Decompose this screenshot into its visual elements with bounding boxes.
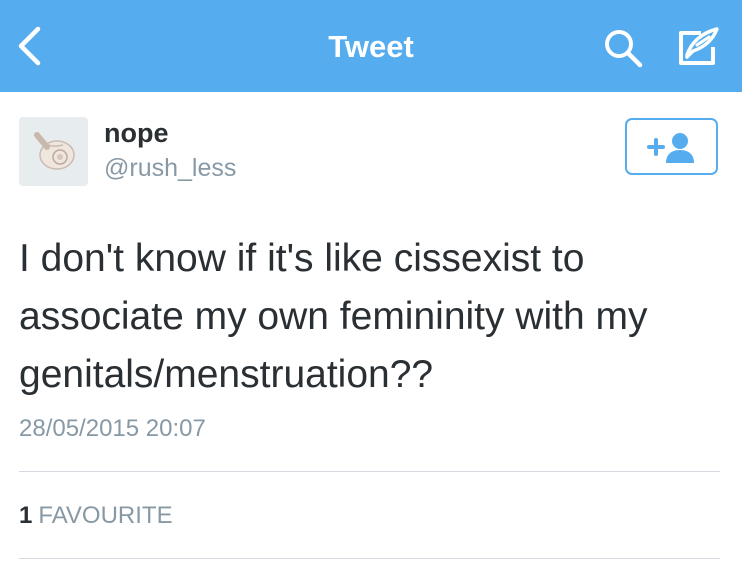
tweet-text: I don't know if it's like cissexist to a… (19, 237, 648, 396)
tweet-timestamp: 28/05/2015 20:07 (19, 415, 206, 442)
follow-button[interactable] (625, 118, 718, 175)
avatar[interactable] (19, 117, 88, 186)
nav-bar: Tweet (0, 0, 742, 92)
favourites-stat[interactable]: 1 FAVOURITE (19, 500, 173, 532)
user-handle[interactable]: @rush_less (104, 152, 236, 184)
seashell-avatar-icon (33, 131, 75, 170)
search-icon (605, 30, 643, 68)
favourites-label: FAVOURITE (38, 502, 173, 529)
compose-tweet-button[interactable] (668, 22, 726, 72)
compose-tweet-icon (679, 27, 719, 65)
display-name[interactable]: nope (104, 116, 169, 150)
divider (19, 558, 720, 559)
search-button[interactable] (598, 24, 648, 72)
divider (19, 471, 720, 472)
favourites-count: 1 (19, 502, 33, 529)
follow-add-user-icon (646, 132, 694, 163)
